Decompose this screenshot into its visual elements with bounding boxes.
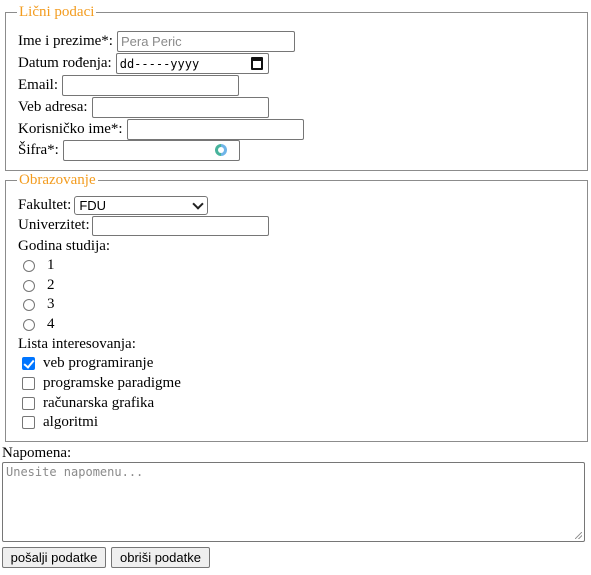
interests-label-row: Lista interesovanja:: [18, 334, 136, 355]
education-fieldset: Obrazovanje Fakultet: FDU Univerzitet: G…: [5, 172, 588, 442]
interest-checkbox-4[interactable]: [22, 416, 35, 429]
interest-label-4: algoritmi: [43, 414, 98, 430]
birth-date-label: Datum rođenja:: [18, 55, 112, 71]
personal-data-fieldset: Lični podaci Ime i prezime*: Pera Peric …: [5, 4, 588, 171]
birth-date-row: Datum rođenja: dd-----yyyy: [18, 53, 269, 74]
interests-label: Lista interesovanja:: [18, 336, 136, 352]
calendar-icon[interactable]: [250, 57, 263, 70]
full-name-label: Ime i prezime*:: [18, 33, 113, 49]
faculty-selected-value: FDU: [79, 198, 107, 213]
interest-option-2[interactable]: programske paradigme: [18, 373, 181, 394]
username-input[interactable]: [126, 119, 304, 140]
faculty-label: Fakultet:: [18, 197, 72, 213]
full-name-input[interactable]: Pera Peric: [116, 31, 295, 52]
password-label: Šifra*:: [18, 142, 59, 158]
email-input[interactable]: [62, 75, 239, 96]
year-radio-4[interactable]: [23, 318, 35, 331]
username-label: Korisničko ime*:: [18, 121, 123, 137]
website-input[interactable]: [91, 97, 269, 118]
full-name-row: Ime i prezime*: Pera Peric: [18, 31, 295, 52]
year-label: Godina studija:: [18, 238, 111, 254]
interest-option-4[interactable]: algoritmi: [18, 412, 98, 433]
registration-form: Lični podaci Ime i prezime*: Pera Peric …: [0, 0, 591, 575]
note-textarea[interactable]: Unesite napomenu...: [2, 462, 585, 542]
year-label-row: Godina studija:: [18, 236, 110, 257]
year-radio-3[interactable]: [23, 298, 35, 311]
website-row: Veb adresa:: [18, 97, 269, 118]
birth-date-input[interactable]: dd-----yyyy: [115, 53, 269, 74]
faculty-select[interactable]: FDU: [74, 196, 209, 215]
birth-date-value: dd-----yyyy: [119, 56, 200, 71]
university-label: Univerzitet:: [18, 217, 90, 233]
reset-button[interactable]: obriši podatke: [111, 547, 210, 568]
website-label: Veb adresa:: [18, 99, 88, 115]
email-label: Email:: [18, 77, 58, 93]
year-option-label-3: 3: [47, 296, 55, 312]
year-radio-2[interactable]: [23, 279, 35, 292]
education-legend: Obrazovanje: [17, 172, 98, 189]
interest-label-3: računarska grafika: [43, 395, 155, 411]
password-input[interactable]: [62, 140, 240, 161]
chevron-down-icon: [192, 198, 204, 210]
year-option-label-1: 1: [47, 257, 55, 273]
email-row: Email:: [18, 75, 239, 96]
submit-button[interactable]: pošalji podatke: [2, 547, 106, 568]
interest-label-2: programske paradigme: [43, 375, 181, 391]
year-option-2[interactable]: 2: [18, 275, 55, 296]
personal-data-legend: Lični podaci: [17, 4, 97, 21]
year-option-1[interactable]: 1: [18, 255, 55, 276]
note-label: Napomena:: [2, 445, 72, 461]
interest-option-1[interactable]: veb programiranje: [18, 353, 153, 374]
interest-checkbox-2[interactable]: [22, 377, 35, 390]
faculty-row: Fakultet: FDU: [18, 195, 209, 216]
interest-checkbox-1[interactable]: [22, 357, 35, 370]
password-row: Šifra*:: [18, 140, 240, 161]
password-manager-icon[interactable]: [214, 144, 227, 156]
interest-checkbox-3[interactable]: [22, 397, 35, 410]
username-row: Korisničko ime*:: [18, 119, 304, 140]
year-option-label-2: 2: [47, 277, 55, 293]
year-option-label-4: 4: [47, 316, 55, 332]
interest-option-3[interactable]: računarska grafika: [18, 393, 154, 414]
interest-label-1: veb programiranje: [43, 355, 154, 371]
year-option-4[interactable]: 4: [18, 314, 55, 335]
university-row: Univerzitet:: [18, 215, 269, 236]
year-option-3[interactable]: 3: [18, 294, 55, 315]
resize-handle-icon[interactable]: [575, 532, 582, 539]
university-input[interactable]: [91, 215, 269, 236]
year-radio-1[interactable]: [23, 259, 35, 272]
note-placeholder: Unesite napomenu...: [6, 465, 144, 479]
full-name-placeholder: Pera Peric: [120, 34, 182, 49]
